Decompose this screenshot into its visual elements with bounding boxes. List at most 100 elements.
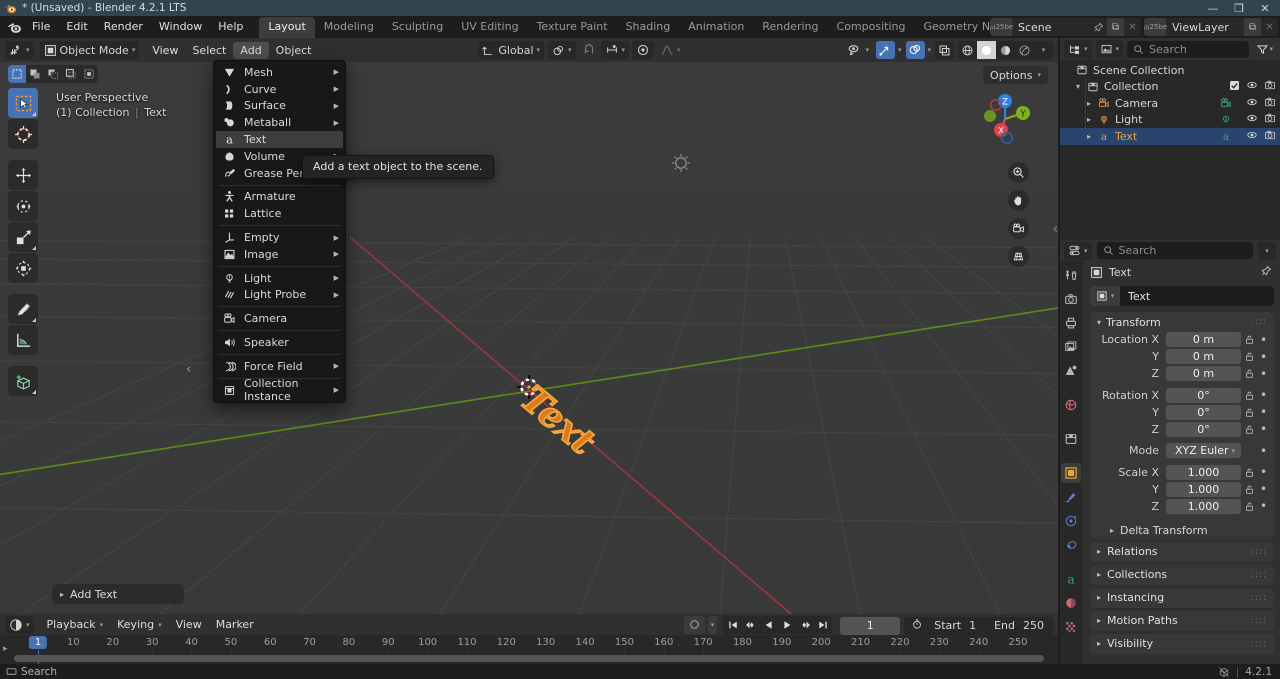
outliner-disclosure-triangle[interactable]: ▸ (1082, 132, 1096, 141)
outliner-row-collection[interactable]: ▾ Collection (1060, 79, 1280, 96)
lock-icon[interactable] (1241, 334, 1257, 345)
timeline-menu-marker[interactable]: Marker (209, 616, 261, 633)
current-frame-field[interactable]: 1 (840, 616, 901, 635)
lock-icon[interactable] (1241, 407, 1257, 418)
status-search-hint[interactable]: Search (6, 666, 57, 678)
add-menu-item-collection-instance[interactable]: Collection Instance ▶ (214, 377, 345, 403)
editor-type-selector[interactable]: ▾ (5, 41, 34, 59)
timeline-channel-expand-icon[interactable]: ▸ (3, 644, 8, 654)
hide-in-viewport-icon[interactable] (1246, 129, 1258, 144)
toggle-perspective-icon[interactable] (1008, 246, 1029, 267)
add-menu-item-text[interactable]: a Text (216, 131, 343, 148)
timeline-ruler[interactable]: 1 10 20 30 40 50 60 70 80 90 100 110 120 130 140 150 160… (0, 635, 1058, 664)
camera-data-icon[interactable] (1220, 97, 1246, 109)
property-value-field[interactable]: 0° (1166, 387, 1241, 403)
viewport-menu-select[interactable]: Select (185, 42, 233, 59)
unlink-scene-button[interactable]: ✕ (1124, 18, 1141, 36)
add-menu-item-metaball[interactable]: Metaball ▶ (214, 114, 345, 131)
property-value-field[interactable]: 0° (1166, 404, 1241, 420)
gizmo-dropdown-icon[interactable]: ▾ (898, 46, 902, 54)
outliner-row-light[interactable]: ▸ Light (1060, 112, 1280, 129)
outliner-row-text[interactable]: ▸ a Text a (1060, 128, 1280, 145)
properties-modifier-tab[interactable] (1061, 487, 1081, 507)
box-select-subtract-button[interactable] (44, 65, 62, 83)
object-name-field[interactable]: ▾ Text (1090, 286, 1274, 306)
lock-icon[interactable] (1241, 390, 1257, 401)
property-value-field[interactable]: 0 m (1166, 349, 1241, 365)
animate-property-icon[interactable]: • (1257, 482, 1270, 496)
outliner-filter-icon[interactable]: ▾ (1253, 40, 1276, 58)
snap-settings[interactable]: ▾ (600, 41, 630, 59)
properties-object-tab[interactable] (1061, 463, 1081, 483)
animate-property-icon[interactable]: • (1257, 444, 1270, 458)
tool-cursor[interactable] (8, 119, 38, 149)
remove-viewlayer-button[interactable]: ✕ (1261, 18, 1278, 36)
viewport-menu-view[interactable]: View (145, 42, 185, 59)
panel-drag-handle[interactable]: :::: (1251, 570, 1267, 580)
proportional-editing-toggle[interactable] (632, 41, 655, 59)
lock-icon[interactable] (1241, 368, 1257, 379)
solid-shading-button[interactable] (977, 41, 997, 59)
play-reverse-button[interactable] (760, 616, 777, 634)
text-data-icon[interactable]: a (1220, 130, 1246, 142)
snap-pivot-selector[interactable]: ▾ (548, 41, 576, 59)
viewport-options-button[interactable]: Options ▾ (983, 66, 1048, 84)
properties-panel-visibility[interactable]: ▸ Visibility:::: (1090, 633, 1274, 654)
properties-collection-tab[interactable] (1061, 429, 1081, 449)
add-menu-item-empty[interactable]: Empty ▶ (214, 229, 345, 246)
hide-in-viewport-icon[interactable] (1246, 79, 1258, 94)
animate-property-icon[interactable]: • (1257, 367, 1270, 381)
sidebar-expand-arrow-icon[interactable]: ‹ (1053, 222, 1058, 237)
workspace-tab-compositing[interactable]: Compositing (828, 17, 915, 38)
add-menu-item-surface[interactable]: Surface ▶ (214, 98, 345, 115)
properties-render-tab[interactable] (1061, 289, 1081, 309)
tool-add-cube[interactable] (8, 366, 38, 396)
tool-annotate[interactable] (8, 294, 38, 324)
hide-in-viewport-icon[interactable] (1246, 112, 1258, 127)
use-preview-range-icon[interactable] (907, 618, 925, 633)
menu-help[interactable]: Help (210, 18, 251, 36)
properties-panel-motion-paths[interactable]: ▸ Motion Paths:::: (1090, 610, 1274, 631)
animate-property-icon[interactable]: • (1257, 333, 1270, 347)
jump-to-prev-keyframe-button[interactable] (742, 616, 759, 634)
maximize-button[interactable]: ❐ (1226, 0, 1252, 16)
frame-range-fields[interactable]: Start 1 End 250 (904, 616, 1053, 635)
panel-drag-handle[interactable]: :::: (1251, 317, 1267, 327)
lock-icon[interactable] (1241, 351, 1257, 362)
add-menu-item-armature[interactable]: Armature (214, 189, 345, 206)
properties-object-data-tab[interactable]: a (1061, 569, 1081, 589)
camera-view-icon[interactable] (1008, 218, 1029, 239)
outliner-search-input[interactable]: Search (1127, 40, 1250, 58)
properties-panel-instancing[interactable]: ▸ Instancing:::: (1090, 587, 1274, 608)
add-menu-item-light[interactable]: Light ▶ (214, 270, 345, 287)
animate-property-icon[interactable]: • (1257, 405, 1270, 419)
menu-file[interactable]: File (24, 18, 58, 36)
overlays-dropdown-icon[interactable]: ▾ (928, 46, 932, 54)
properties-output-tab[interactable] (1061, 313, 1081, 333)
viewport-menu-object[interactable]: Object (269, 42, 319, 59)
add-menu-item-light-probe[interactable]: Light Probe ▶ (214, 287, 345, 304)
properties-search-input[interactable]: Search (1096, 242, 1253, 259)
property-value-field[interactable]: 1.000 (1166, 498, 1241, 514)
collection-exclude-checkbox[interactable] (1229, 80, 1240, 94)
property-value-field[interactable]: 1.000 (1166, 464, 1241, 480)
interaction-mode-selector[interactable]: Object Mode ▾ (39, 41, 140, 59)
minimize-button[interactable]: — (1200, 0, 1226, 16)
jump-to-end-button[interactable] (814, 616, 831, 634)
zoom-view-icon[interactable] (1008, 162, 1029, 183)
animate-property-icon[interactable]: • (1257, 499, 1270, 513)
timeline-menu-playback[interactable]: Playback ▾ (40, 616, 111, 633)
transform-orientation-selector[interactable]: Global ▾ (478, 41, 545, 59)
outliner-display-mode-selector[interactable]: ▾ (1095, 40, 1124, 58)
timeline-editor-type-selector[interactable]: ▾ (5, 615, 34, 634)
auto-keying-dropdown[interactable]: ▾ (707, 615, 718, 634)
disable-in-renders-icon[interactable] (1264, 96, 1276, 111)
material-preview-shading-button[interactable] (996, 41, 1015, 59)
workspace-tab-rendering[interactable]: Rendering (753, 17, 827, 38)
add-menu-item-curve[interactable]: Curve ▶ (214, 81, 345, 98)
workspace-tab-animation[interactable]: Animation (679, 17, 753, 38)
add-menu-item-speaker[interactable]: Speaker (214, 334, 345, 351)
workspace-tab-shading[interactable]: Shading (617, 17, 680, 38)
panel-drag-handle[interactable]: :::: (1251, 593, 1267, 603)
lock-icon[interactable] (1241, 424, 1257, 435)
